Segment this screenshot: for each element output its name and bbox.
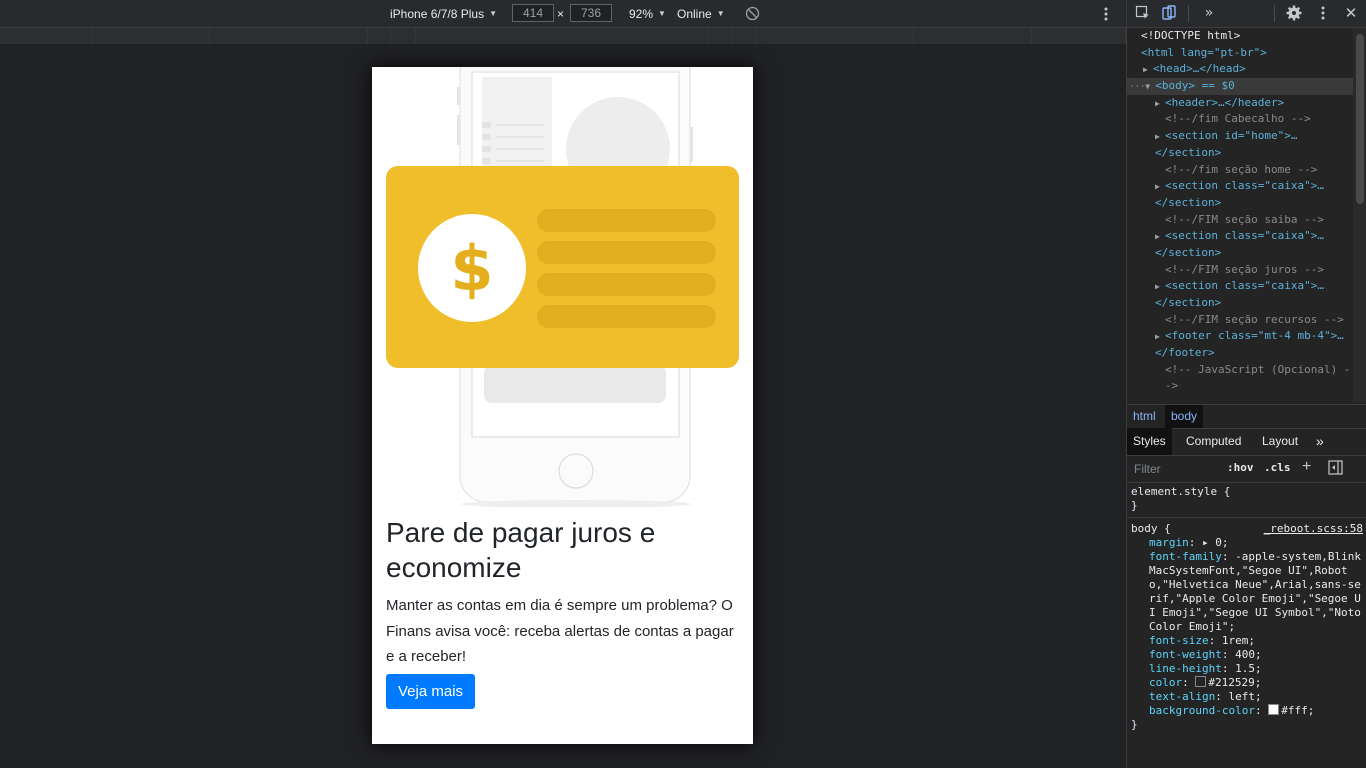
css-declaration[interactable]: text-align: left; xyxy=(1131,690,1363,704)
tree-node[interactable]: ▶ <section class="caixa">… xyxy=(1127,178,1353,195)
device-select-label: iPhone 6/7/8 Plus xyxy=(390,6,485,21)
dom-breadcrumb: html body xyxy=(1127,404,1366,429)
hero-illustration: $ xyxy=(386,67,739,507)
expand-triangle-icon[interactable]: ▶ xyxy=(1155,229,1165,246)
tree-node[interactable]: ▶ <section class="caixa">… xyxy=(1127,278,1353,295)
rotate-disabled-icon[interactable] xyxy=(745,0,760,27)
rule-close-brace: } xyxy=(1131,718,1138,731)
zoom-label: 92% xyxy=(629,6,654,21)
devtools-panel: » ✕ <!DOCTYPE html> <html lang="pt-br"> … xyxy=(1126,0,1366,768)
tab-computed[interactable]: Computed xyxy=(1186,428,1241,455)
device-toolbar-toggle-icon[interactable] xyxy=(1161,5,1177,21)
more-options-icon[interactable] xyxy=(1100,0,1112,27)
add-rule-icon[interactable]: + xyxy=(1302,458,1311,476)
devtools-menu-icon[interactable] xyxy=(1315,5,1331,21)
expand-triangle-icon[interactable]: ▶ xyxy=(1155,329,1165,346)
styles-filter-row: Filter :hov .cls + xyxy=(1127,456,1366,483)
tree-node-selected[interactable]: ···▼ <body> == $0 xyxy=(1127,78,1353,95)
css-declaration[interactable]: font-size: 1rem; xyxy=(1131,634,1363,648)
tree-comment[interactable]: <!--/fim Cabecalho --> xyxy=(1127,111,1353,128)
collapse-triangle-icon[interactable]: ▼ xyxy=(1145,79,1155,96)
tree-comment[interactable]: <!--/FIM seção recursos --> xyxy=(1127,312,1353,329)
tree-node[interactable]: ▶ <head>…</head> xyxy=(1127,61,1353,78)
tree-node[interactable]: ▶ <section class="caixa">… xyxy=(1127,228,1353,245)
tree-node[interactable]: </section> xyxy=(1127,295,1353,312)
hov-toggle[interactable]: :hov xyxy=(1227,461,1254,474)
css-declaration[interactable]: background-color: #fff; xyxy=(1131,704,1363,718)
dollar-icon: $ xyxy=(450,232,493,305)
tree-node[interactable]: ▶ <footer class="mt-4 mb-4">… xyxy=(1127,328,1353,345)
devtools-toolbar: » ✕ xyxy=(1127,0,1366,28)
element-style-selector: element.style { xyxy=(1131,485,1231,498)
rule-close-brace: } xyxy=(1131,499,1138,512)
toggle-sidebar-icon[interactable] xyxy=(1328,460,1343,478)
ellipsis-icon: ··· xyxy=(1129,82,1146,93)
color-swatch[interactable] xyxy=(1195,676,1207,687)
tree-comment[interactable]: <!--/fim seção home --> xyxy=(1127,162,1353,179)
height-input[interactable]: 736 xyxy=(570,4,612,22)
color-swatch[interactable] xyxy=(1268,704,1280,715)
tree-node[interactable]: ▶ <section id="home">… xyxy=(1127,128,1353,145)
elements-tree[interactable]: <!DOCTYPE html> <html lang="pt-br"> ▶ <he… xyxy=(1127,28,1353,402)
close-icon[interactable]: ✕ xyxy=(1343,5,1359,21)
tree-comment[interactable]: <!-- JavaScript (Opcional) - xyxy=(1127,362,1353,379)
device-toolbar: iPhone 6/7/8 Plus ▼ 414 × 736 92% ▼ Onli… xyxy=(0,0,1126,28)
cls-toggle[interactable]: .cls xyxy=(1264,461,1291,474)
tree-comment[interactable]: <!--/FIM seção saiba --> xyxy=(1127,212,1353,229)
expand-triangle-icon[interactable]: ▶ xyxy=(1155,179,1165,196)
css-declaration[interactable]: font-family: -apple-system,BlinkMacSyste… xyxy=(1131,550,1363,634)
tab-styles[interactable]: Styles xyxy=(1127,428,1172,455)
expand-triangle-icon[interactable]: ▶ xyxy=(1143,62,1153,79)
dimension-separator: × xyxy=(557,6,565,21)
chevron-down-icon: ▼ xyxy=(716,9,725,18)
page-description: Manter as contas em dia é sempre um prob… xyxy=(386,597,734,665)
expand-triangle-icon[interactable]: ▶ xyxy=(1155,129,1165,146)
element-style-rule[interactable]: element.style { } xyxy=(1127,483,1366,513)
chevron-down-icon: ▼ xyxy=(489,9,497,18)
breadcrumb-html[interactable]: html xyxy=(1127,405,1162,428)
device-select[interactable]: iPhone 6/7/8 Plus ▼ xyxy=(390,0,497,27)
media-query-bar[interactable] xyxy=(0,28,1126,44)
rule-selector: body { xyxy=(1131,522,1171,535)
width-input[interactable]: 414 xyxy=(512,4,554,22)
emulated-page: $ Pare de pagar juros e economize Manter… xyxy=(372,67,753,744)
css-declaration[interactable]: font-weight: 400; xyxy=(1131,648,1363,662)
styles-tab-bar: Styles Computed Layout » xyxy=(1127,428,1366,456)
tree-comment[interactable]: <!--/FIM seção juros --> xyxy=(1127,262,1353,279)
styles-filter-input[interactable]: Filter xyxy=(1134,462,1161,476)
scroll-thumb[interactable] xyxy=(1356,34,1364,204)
network-throttle-select[interactable]: Online ▼ xyxy=(677,0,725,27)
zoom-select[interactable]: 92% ▼ xyxy=(629,0,666,27)
see-more-button[interactable]: Veja mais xyxy=(386,674,476,709)
tree-node[interactable]: </section> xyxy=(1127,145,1353,162)
breadcrumb-body[interactable]: body xyxy=(1165,405,1204,428)
chevron-down-icon: ▼ xyxy=(658,9,666,18)
rule-source-link[interactable]: _reboot.scss:58 xyxy=(1264,522,1363,536)
network-label: Online xyxy=(677,6,712,21)
elements-scrollbar[interactable] xyxy=(1353,28,1366,402)
page-heading: Pare de pagar juros e economize xyxy=(386,517,656,583)
tree-node[interactable]: <!DOCTYPE html> xyxy=(1127,28,1353,45)
settings-gear-icon[interactable] xyxy=(1286,5,1302,21)
css-declaration[interactable]: color: #212529; xyxy=(1131,676,1363,690)
tree-node[interactable]: ▶ <header>…</header> xyxy=(1127,95,1353,112)
expand-triangle-icon[interactable]: ▶ xyxy=(1155,279,1165,296)
styles-pane: element.style { } body { _reboot.scss:58… xyxy=(1127,483,1366,768)
css-declaration[interactable]: margin: ▸ 0; xyxy=(1131,536,1363,550)
tree-node[interactable]: </section> xyxy=(1127,195,1353,212)
tree-comment[interactable]: -> xyxy=(1127,378,1353,395)
tree-node[interactable]: </section> xyxy=(1127,245,1353,262)
expand-triangle-icon[interactable]: ▶ xyxy=(1155,96,1165,113)
tab-layout[interactable]: Layout xyxy=(1262,428,1298,455)
more-tabs-icon[interactable]: » xyxy=(1316,428,1324,455)
body-css-rule[interactable]: body { _reboot.scss:58 margin: ▸ 0; font… xyxy=(1127,517,1366,732)
more-tabs-icon[interactable]: » xyxy=(1201,5,1217,21)
tree-node[interactable]: <html lang="pt-br"> xyxy=(1127,45,1353,62)
inspect-element-icon[interactable] xyxy=(1135,5,1151,21)
tree-node[interactable]: </footer> xyxy=(1127,345,1353,362)
css-declaration[interactable]: line-height: 1.5; xyxy=(1131,662,1363,676)
